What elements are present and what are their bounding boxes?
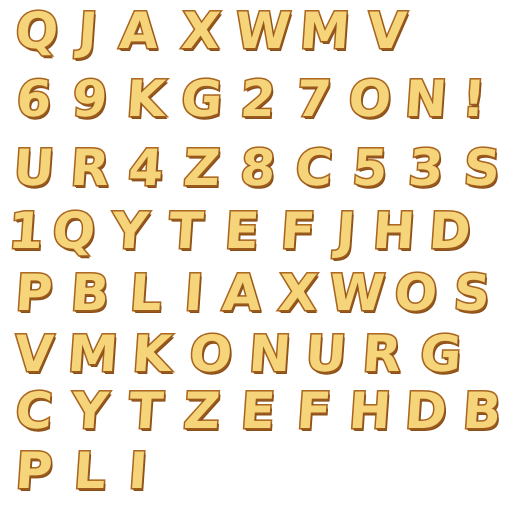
font-sprite-sheet: Q J A X W M V 6 9 K G 2 7 O N ! U R 4 Z … <box>0 0 512 512</box>
glyph: E <box>221 201 262 262</box>
glyph: 6 <box>13 69 55 130</box>
glyph: I <box>125 441 151 502</box>
glyph: Z <box>180 138 223 199</box>
glyph: M <box>297 1 354 62</box>
glyph: J <box>75 1 101 62</box>
glyph-row: 6 9 K G 2 7 O N ! <box>6 68 494 130</box>
glyph: A <box>219 263 265 324</box>
glyph: U <box>10 138 58 199</box>
glyph-row: P L I <box>6 440 158 502</box>
glyph: T <box>165 201 206 262</box>
glyph: Y <box>108 201 151 262</box>
glyph: ! <box>459 69 489 130</box>
glyph: Y <box>68 381 111 442</box>
glyph-row: 1 Q Y T E F J H D <box>5 200 478 262</box>
glyph: O <box>186 324 236 385</box>
glyph: 4 <box>125 138 167 199</box>
glyph: K <box>123 69 169 130</box>
glyph: G <box>417 324 465 385</box>
glyph: B <box>67 263 112 324</box>
glyph-row: Q J A X W M V <box>6 0 418 62</box>
glyph: P <box>12 441 56 502</box>
glyph: L <box>127 263 166 324</box>
glyph: X <box>275 263 321 324</box>
glyph: T <box>125 381 166 442</box>
glyph: H <box>346 381 395 442</box>
glyph: 7 <box>293 69 335 130</box>
glyph: M <box>65 324 122 385</box>
glyph: Q <box>12 1 62 62</box>
glyph-row: P B L I A X W O S <box>6 262 500 324</box>
glyph: 2 <box>237 69 279 130</box>
glyph: W <box>326 263 388 324</box>
glyph: H <box>370 201 419 262</box>
glyph: B <box>459 381 504 442</box>
glyph: L <box>71 441 110 502</box>
glyph: K <box>129 324 175 385</box>
glyph: I <box>181 263 207 324</box>
glyph: C <box>12 381 56 442</box>
glyph: X <box>178 1 224 62</box>
glyph: 8 <box>237 138 279 199</box>
glyph-row: C Y T Z E F H D B <box>6 380 510 442</box>
glyph: F <box>293 381 334 442</box>
glyph: V <box>11 324 57 385</box>
glyph: G <box>178 69 226 130</box>
glyph: 9 <box>69 69 111 130</box>
glyph: F <box>277 201 318 262</box>
glyph: D <box>426 201 475 262</box>
glyph: 1 <box>5 201 47 262</box>
glyph: O <box>391 263 441 324</box>
glyph: S <box>450 263 493 324</box>
glyph: U <box>302 324 350 385</box>
glyph: A <box>116 1 162 62</box>
glyph: P <box>12 263 56 324</box>
glyph: Q <box>49 201 99 262</box>
glyph: N <box>246 324 295 385</box>
glyph: R <box>67 138 113 199</box>
glyph: E <box>237 381 278 442</box>
glyph-row: V M K O N U R G <box>6 323 472 385</box>
glyph: D <box>402 381 451 442</box>
glyph: S <box>460 138 503 199</box>
glyph: N <box>402 69 451 130</box>
glyph: Z <box>180 381 223 442</box>
glyph: W <box>232 1 294 62</box>
glyph: J <box>333 201 359 262</box>
glyph: R <box>359 324 405 385</box>
glyph: 3 <box>405 138 447 199</box>
glyph: C <box>292 138 336 199</box>
glyph-row: U R 4 Z 8 C 5 3 S <box>6 137 510 199</box>
glyph: O <box>345 69 395 130</box>
glyph: V <box>364 1 410 62</box>
glyph: 5 <box>349 138 391 199</box>
